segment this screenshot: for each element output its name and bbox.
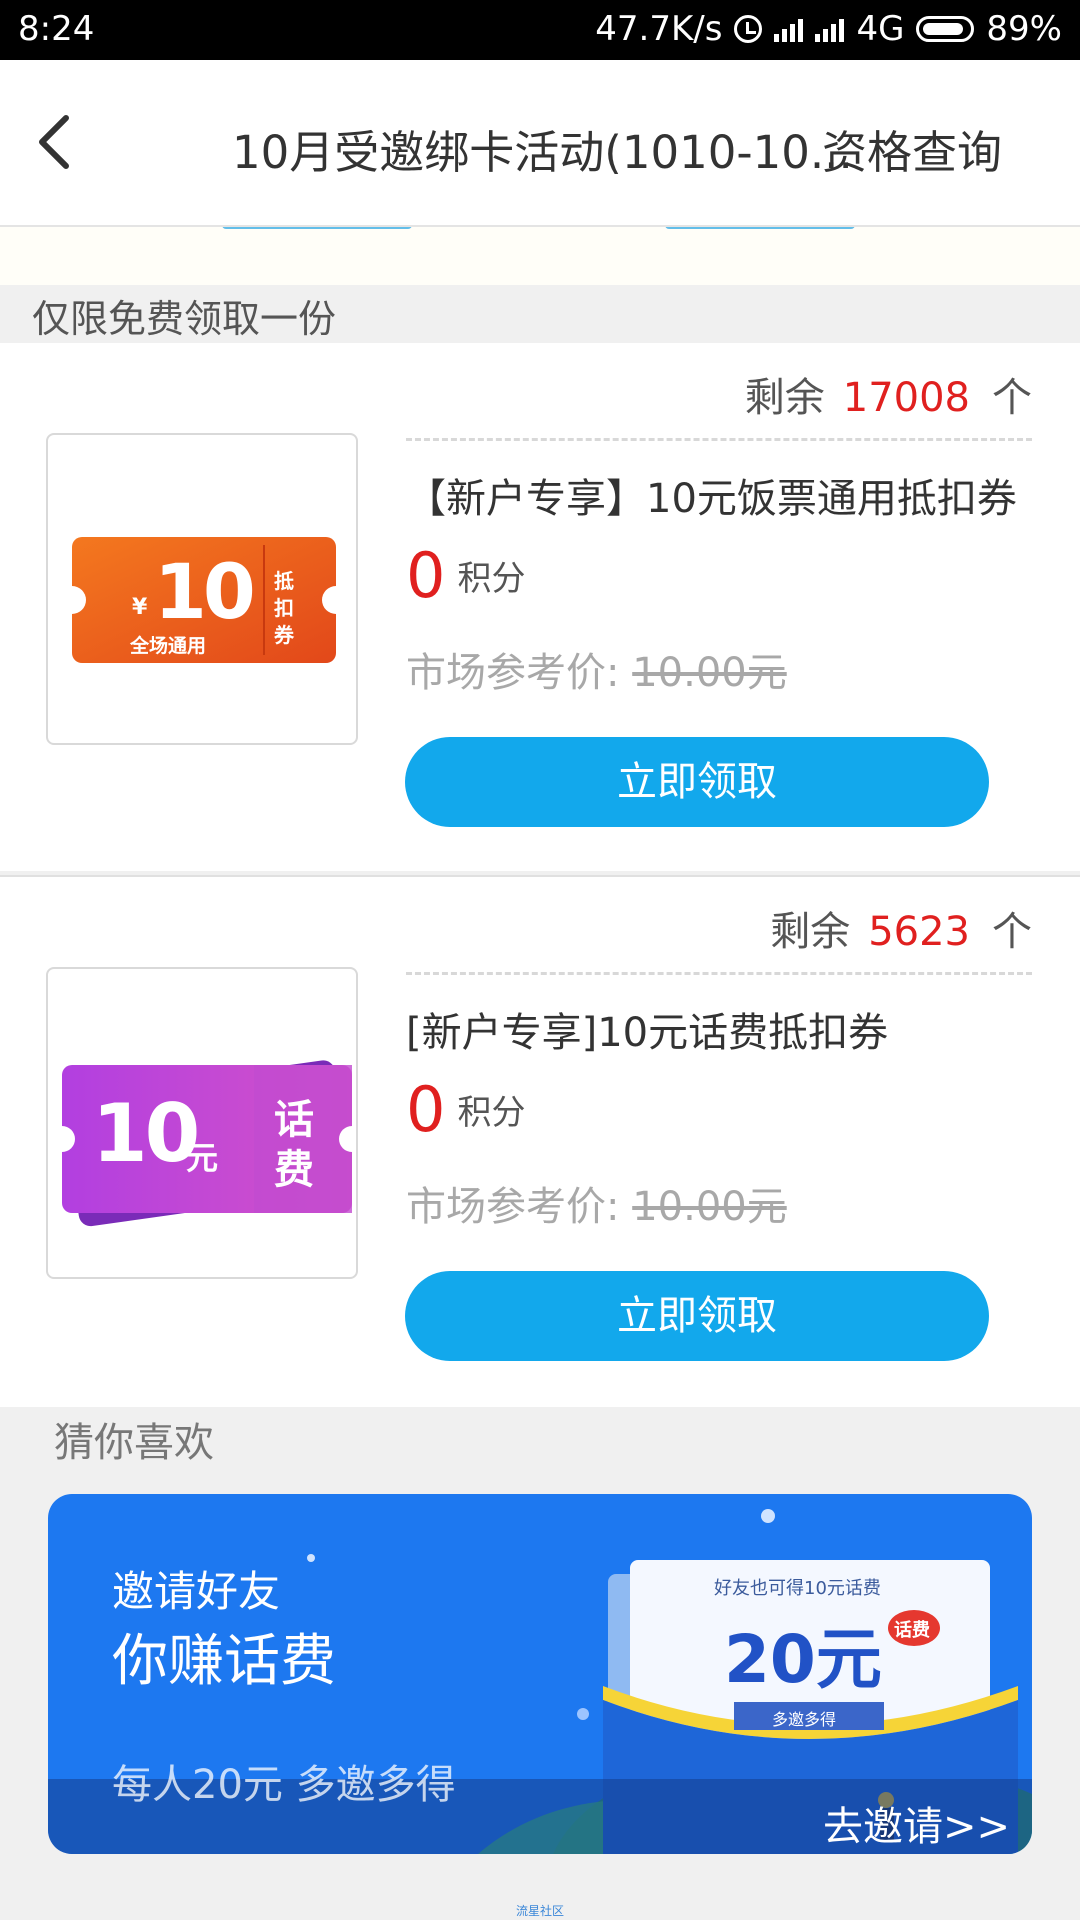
- banner-line-3: 每人20元 多邀多得: [112, 1762, 456, 1808]
- battery-percent: 89%: [986, 9, 1062, 49]
- product-name[interactable]: [新户专享]10元话费抵扣券: [406, 1000, 888, 1058]
- remaining-label: 剩余: [770, 909, 851, 955]
- banner-line-1: 邀请好友: [112, 1567, 281, 1616]
- product-image[interactable]: ¥ 10 全场通用 抵 扣 券: [46, 433, 358, 745]
- remaining-stock: 剩余 5623 个: [770, 899, 1032, 957]
- tab-remnant: [222, 227, 412, 229]
- guess-you-like-title: 猜你喜欢: [54, 1420, 214, 1466]
- dashed-divider: [406, 972, 1032, 975]
- go-invite-link[interactable]: 去邀请>>: [823, 1794, 1010, 1852]
- points-value: 0: [406, 539, 446, 612]
- banner-line-2: 你赚话费: [112, 1629, 336, 1694]
- invite-friends-banner[interactable]: 好友也可得10元话费 20元 话费 多邀多得 邀请好友 你赚话费 每人20元 多…: [48, 1494, 1032, 1854]
- tab-remnant: [665, 227, 855, 229]
- remaining-label: 剩余: [744, 375, 825, 421]
- market-reference-price: 市场参考价: 10.00元: [406, 1174, 787, 1232]
- market-reference-price: 市场参考价: 10.00元: [406, 640, 787, 698]
- product-card-phone-credit: 剩余 5623 个 10 元 话 费 [新户专享]10元话费抵扣券 0 积分 市场参考…: [0, 875, 1080, 1407]
- remaining-unit: 个: [992, 909, 1032, 955]
- footer-watermark: 流星社区: [515, 1904, 564, 1918]
- dashed-divider: [406, 438, 1032, 441]
- remaining-count: 5623: [868, 909, 970, 955]
- points-price: 0 积分: [406, 1073, 525, 1146]
- ref-price-value: 10.00元: [632, 650, 787, 696]
- card-amount: 20元: [724, 1621, 882, 1698]
- points-unit: 积分: [457, 1093, 526, 1133]
- product-image[interactable]: 10 元 话 费: [46, 967, 358, 1279]
- ref-price-label: 市场参考价:: [406, 1184, 620, 1230]
- back-arrow-icon[interactable]: [30, 112, 90, 172]
- remaining-unit: 个: [992, 375, 1032, 421]
- product-card-meal-coupon: 剩余 17008 个 ¥ 10 全场通用 抵 扣 券 【新户专享】10元饭票通用抵扣…: [0, 343, 1080, 871]
- points-value: 0: [406, 1073, 446, 1146]
- ref-price-value: 10.00元: [632, 1184, 787, 1230]
- ref-price-label: 市场参考价:: [406, 650, 620, 696]
- coupon-side-char: 费: [274, 1147, 314, 1193]
- coupon-amount: 10: [154, 547, 256, 636]
- claim-now-button[interactable]: 立即领取: [405, 1271, 989, 1361]
- card-bottom-text: 多邀多得: [772, 1710, 837, 1729]
- coupon-side-char: 券: [274, 623, 294, 647]
- status-bar: 8:24 47.7K/s 4G 89%: [0, 0, 1080, 60]
- card-top-text: 好友也可得10元话费: [714, 1578, 881, 1599]
- app-header: 10月受邀绑卡活动(1010-10... 资格查询: [0, 60, 1080, 227]
- network-type: 4G: [856, 9, 905, 49]
- status-icons: 47.7K/s 4G 89%: [595, 9, 1062, 49]
- qualification-query-link[interactable]: 资格查询: [822, 116, 1002, 181]
- section-title: 仅限免费领取一份: [32, 297, 337, 341]
- status-time: 8:24: [18, 9, 95, 49]
- coupon-amount: 10: [92, 1087, 200, 1180]
- points-unit: 积分: [457, 559, 526, 599]
- page-title: 10月受邀绑卡活动(1010-10...: [232, 126, 853, 179]
- card-badge: 话费: [894, 1620, 930, 1641]
- scrolled-tabs-strip: [0, 227, 1080, 285]
- remaining-count: 17008: [842, 375, 970, 421]
- net-speed: 47.7K/s: [595, 9, 723, 49]
- coupon-subtitle: 全场通用: [130, 635, 207, 657]
- coupon-side-char: 扣: [274, 596, 294, 620]
- signal-icon-2: [815, 16, 845, 42]
- points-price: 0 积分: [406, 539, 525, 612]
- alarm-icon: [734, 15, 763, 43]
- coupon-unit: 元: [186, 1139, 219, 1177]
- coupon-currency: ¥: [132, 595, 148, 620]
- remaining-stock: 剩余 17008 个: [745, 365, 1032, 423]
- battery-icon: [916, 16, 975, 42]
- claim-now-button[interactable]: 立即领取: [405, 737, 989, 827]
- product-name[interactable]: 【新户专享】10元饭票通用抵扣券: [406, 466, 1017, 524]
- coupon-side-char: 抵: [274, 569, 294, 593]
- signal-icon: [774, 16, 804, 42]
